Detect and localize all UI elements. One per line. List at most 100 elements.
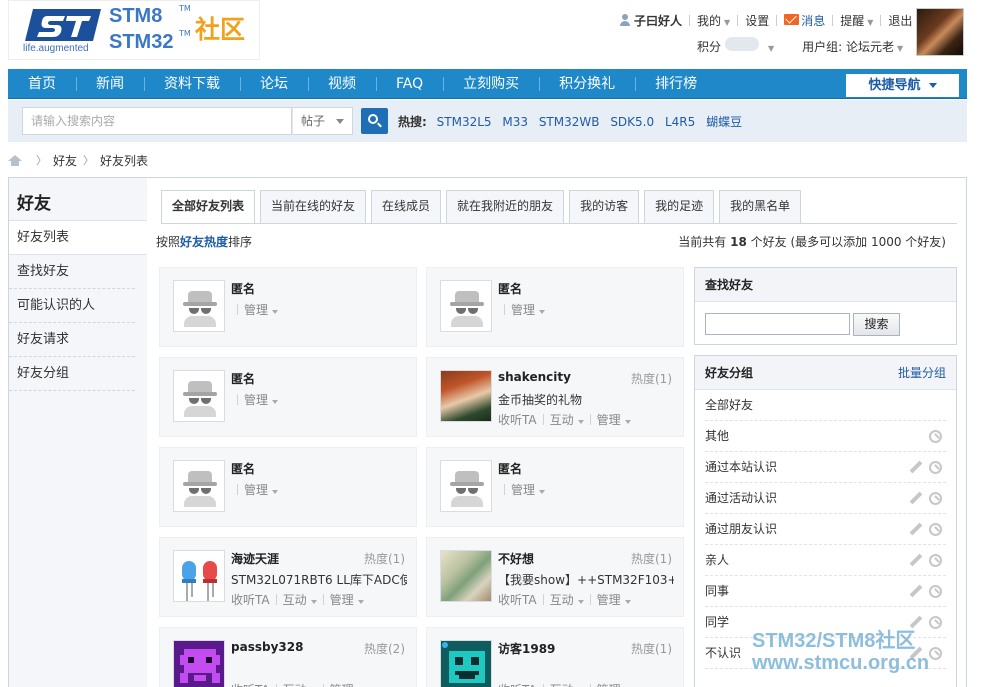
interact-menu[interactable]: 互动	[550, 681, 584, 687]
points-menu[interactable]: 积分 ▼	[697, 37, 774, 55]
sidebar-item-people-you-may-know[interactable]: 可能认识的人	[9, 289, 135, 323]
group-item[interactable]: 其他	[705, 421, 946, 452]
interact-menu[interactable]: 互动	[550, 591, 584, 608]
usergroup-menu[interactable]: 用户组: 论坛元老 ▼	[802, 38, 903, 55]
ban-icon[interactable]	[929, 523, 942, 536]
pencil-icon[interactable]	[909, 585, 922, 598]
quick-nav-button[interactable]: 快捷导航	[846, 74, 959, 97]
nav-item-video[interactable]: 视频	[308, 69, 376, 99]
nav-item-home[interactable]: 首页	[8, 69, 76, 99]
tab-all-friends[interactable]: 全部好友列表	[161, 190, 256, 224]
sidebar-item-friend-requests[interactable]: 好友请求	[9, 323, 135, 357]
friend-name[interactable]: 访客1989	[498, 640, 555, 657]
friend-avatar[interactable]	[440, 370, 492, 422]
nav-item-faq[interactable]: FAQ	[376, 69, 443, 99]
manage-menu[interactable]: 管理	[597, 681, 631, 687]
logout-link[interactable]: 退出	[888, 12, 912, 29]
friend-name[interactable]: 匿名	[231, 280, 255, 297]
manage-menu[interactable]: 管理	[597, 411, 631, 428]
follow-link[interactable]: 收听TA	[498, 681, 537, 687]
manage-menu[interactable]: 管理	[597, 591, 631, 608]
friend-name[interactable]: 匿名	[498, 280, 522, 297]
tab-online-members[interactable]: 在线成员	[371, 190, 442, 223]
manage-menu[interactable]: 管理	[330, 591, 364, 608]
tab-my-visitors[interactable]: 我的访客	[569, 190, 640, 223]
interact-menu[interactable]: 互动	[283, 681, 317, 687]
hot-search-link[interactable]: 蝴蝶豆	[706, 115, 742, 129]
nav-item-downloads[interactable]: 资料下载	[144, 69, 240, 99]
follow-link[interactable]: 收听TA	[231, 681, 270, 687]
hot-search-link[interactable]: SDK5.0	[610, 115, 654, 129]
nav-item-rewards[interactable]: 积分换礼	[539, 69, 635, 99]
search-input[interactable]: 请输入搜索内容	[22, 107, 292, 135]
group-item[interactable]: 通过活动认识	[705, 483, 946, 514]
friend-avatar[interactable]	[173, 280, 225, 332]
pencil-icon[interactable]	[909, 492, 922, 505]
friend-avatar[interactable]	[173, 370, 225, 422]
nav-item-buy[interactable]: 立刻购买	[443, 69, 539, 99]
hot-search-link[interactable]: L4R5	[665, 115, 695, 129]
ban-icon[interactable]	[929, 554, 942, 567]
manage-menu[interactable]: 管理	[244, 301, 279, 318]
nav-item-forum[interactable]: 论坛	[240, 69, 308, 99]
batch-group-link[interactable]: 批量分组	[898, 356, 946, 390]
breadcrumb-friends[interactable]: 好友	[53, 152, 77, 169]
friend-avatar[interactable]	[440, 460, 492, 512]
friend-latest-post[interactable]: 金币抽奖的礼物	[498, 391, 674, 408]
group-item[interactable]: 全部好友	[705, 390, 946, 421]
pencil-icon[interactable]	[909, 461, 922, 474]
breadcrumb-friend-list[interactable]: 好友列表	[100, 152, 148, 169]
follow-link[interactable]: 收听TA	[231, 591, 270, 608]
hot-search-link[interactable]: STM32L5	[437, 115, 492, 129]
friend-avatar[interactable]	[173, 640, 225, 687]
tab-my-footprints[interactable]: 我的足迹	[644, 190, 715, 223]
pencil-icon[interactable]	[909, 616, 922, 629]
sidebar-item-friend-list[interactable]: 好友列表	[9, 221, 147, 255]
ban-icon[interactable]	[929, 492, 942, 505]
friend-name[interactable]: 海迹天涯	[231, 550, 279, 567]
settings-link[interactable]: 设置	[745, 12, 769, 29]
friend-name[interactable]: 匿名	[498, 460, 522, 477]
messages-link[interactable]: 消息	[784, 12, 825, 29]
friend-name[interactable]: 匿名	[231, 370, 255, 387]
ban-icon[interactable]	[929, 585, 942, 598]
ban-icon[interactable]	[929, 616, 942, 629]
pencil-icon[interactable]	[909, 523, 922, 536]
friend-name[interactable]: 不好想	[498, 550, 534, 567]
interact-menu[interactable]: 互动	[550, 411, 584, 428]
friend-avatar[interactable]	[440, 640, 492, 687]
group-item[interactable]: 亲人	[705, 545, 946, 576]
home-icon[interactable]	[8, 154, 22, 166]
sort-key-link[interactable]: 好友热度	[180, 235, 228, 249]
sidebar-item-find-friends[interactable]: 查找好友	[9, 255, 135, 289]
pencil-icon[interactable]	[909, 554, 922, 567]
hot-search-link[interactable]: STM32WB	[539, 115, 600, 129]
friend-name[interactable]: shakencity	[498, 370, 571, 384]
group-item[interactable]: 通过本站认识	[705, 452, 946, 483]
friend-name[interactable]: passby328	[231, 640, 303, 654]
friend-name[interactable]: 匿名	[231, 460, 255, 477]
find-friend-search-button[interactable]: 搜索	[853, 313, 900, 336]
remind-menu[interactable]: 提醒 ▼	[840, 12, 873, 29]
friend-latest-post[interactable]: STM32L071RBT6 LL库下ADC使	[231, 571, 407, 588]
user-avatar[interactable]	[916, 8, 964, 56]
tab-online-friends[interactable]: 当前在线的好友	[260, 190, 367, 223]
manage-menu[interactable]: 管理	[511, 301, 546, 318]
group-item[interactable]: 通过朋友认识	[705, 514, 946, 545]
tab-blacklist[interactable]: 我的黑名单	[719, 190, 802, 223]
manage-menu[interactable]: 管理	[511, 481, 546, 498]
search-button[interactable]	[361, 108, 388, 134]
sidebar-item-friend-groups[interactable]: 好友分组	[9, 357, 135, 391]
tab-nearby-friends[interactable]: 就在我附近的朋友	[446, 190, 565, 223]
interact-menu[interactable]: 互动	[283, 591, 317, 608]
find-friend-input[interactable]	[705, 313, 850, 335]
hot-search-link[interactable]: M33	[502, 115, 528, 129]
friend-avatar[interactable]	[440, 280, 492, 332]
manage-menu[interactable]: 管理	[244, 391, 279, 408]
manage-menu[interactable]: 管理	[244, 481, 279, 498]
friend-avatar[interactable]	[440, 550, 492, 602]
nav-item-ranking[interactable]: 排行榜	[635, 69, 717, 99]
search-type-select[interactable]: 帖子	[292, 107, 353, 135]
manage-menu[interactable]: 管理	[330, 681, 364, 687]
ban-icon[interactable]	[929, 647, 942, 660]
